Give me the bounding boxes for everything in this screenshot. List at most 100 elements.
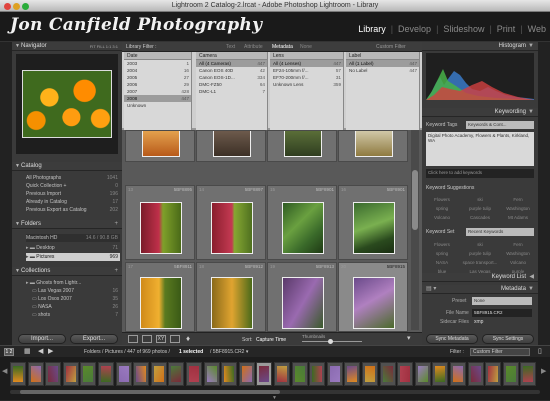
catalog-item[interactable]: All Photographs 1041 xyxy=(26,175,120,181)
keyword-list-header[interactable]: Keyword List ◀ xyxy=(422,273,538,282)
suggestion-keyword[interactable]: Mt Adams xyxy=(500,215,536,220)
column-item-selected[interactable]: All (4 Lenses) 447 xyxy=(270,60,343,67)
folder-item-selected[interactable]: ▸ ▬ Pictures 969 xyxy=(26,253,120,261)
column-header[interactable]: Camera xyxy=(196,52,267,60)
grid-cell[interactable]: 15 5BF8901 xyxy=(267,185,337,260)
sort-dropdown[interactable]: Capture Time xyxy=(256,337,286,343)
current-file-dropdown[interactable]: / 5BF8915.CR2 ▾ xyxy=(210,349,248,355)
filmstrip-path[interactable]: Folders / Pictures / 447 of 969 photos / xyxy=(84,349,170,355)
module-web[interactable]: Web xyxy=(528,24,546,34)
filmstrip-thumb[interactable] xyxy=(27,362,44,386)
navigator-preview[interactable] xyxy=(16,54,118,154)
set-keyword[interactable]: spring xyxy=(424,251,460,256)
column-item[interactable]: 2004 16 xyxy=(124,67,191,74)
filmstrip-thumb[interactable] xyxy=(520,362,537,386)
grid-scrollbar[interactable] xyxy=(411,130,419,330)
filmstrip-thumb[interactable] xyxy=(309,362,326,386)
filmstrip-scrollbar[interactable] xyxy=(10,390,540,394)
add-keywords-field[interactable]: Click here to add keywords xyxy=(426,169,534,178)
filmstrip-thumb[interactable] xyxy=(150,362,167,386)
folders-header[interactable]: ▼ Folders + xyxy=(12,220,122,229)
grid-cell[interactable]: 14 5BF8897 xyxy=(196,185,266,260)
set-keyword[interactable]: Washington xyxy=(500,251,536,256)
column-item[interactable]: 2003 1 xyxy=(124,60,191,67)
back-arrow-icon[interactable]: ◀ xyxy=(38,347,43,355)
toolbar-menu-icon[interactable]: ▾ xyxy=(407,334,411,342)
set-keyword[interactable]: NASA xyxy=(424,260,460,265)
file-name-field[interactable]: 5BF8915.CR2 xyxy=(472,309,532,317)
collapse-filmstrip-icon[interactable]: ▼ xyxy=(272,395,277,401)
filmstrip-thumb[interactable] xyxy=(344,362,361,386)
filmstrip-thumb-selected[interactable] xyxy=(256,362,273,386)
grid-toggle-icon[interactable]: ▦ xyxy=(24,347,31,355)
catalog-item[interactable]: Already in Catalog 17 xyxy=(26,199,120,205)
column-item[interactable]: Canon EOS-1D... 334 xyxy=(196,74,267,81)
filmstrip-thumb[interactable] xyxy=(10,362,26,386)
filmstrip-thumb[interactable] xyxy=(133,362,150,386)
painter-icon[interactable]: ♦ xyxy=(186,334,190,343)
filmstrip-scroll-left-icon[interactable]: ◀ xyxy=(2,367,7,375)
grid-cell[interactable] xyxy=(267,130,337,162)
suggestion-keyword[interactable]: purple tulip xyxy=(462,206,498,211)
filmstrip-thumb[interactable] xyxy=(502,362,519,386)
module-library[interactable]: Library xyxy=(358,24,386,34)
filmstrip-thumb[interactable] xyxy=(98,362,114,386)
column-item[interactable]: DMC-L1 7 xyxy=(196,88,267,95)
grid-view-icon[interactable] xyxy=(128,335,138,343)
set-keyword[interactable]: Flowers xyxy=(424,242,460,247)
metadata-view-dropdown[interactable]: ▤ ▾ xyxy=(426,285,436,294)
collection-item[interactable]: ▭ NASA 26 xyxy=(32,304,120,310)
add-folder-icon[interactable]: + xyxy=(114,220,118,229)
grid-cell[interactable] xyxy=(338,130,408,162)
collection-item[interactable]: ▭ Las Vegas 2007 16 xyxy=(32,288,120,294)
histogram-header[interactable]: Histogram ▼ xyxy=(422,42,538,51)
filmstrip-thumb[interactable] xyxy=(115,362,132,386)
column-item-selected[interactable]: 2008 447 xyxy=(124,95,191,102)
column-item[interactable]: EF70-200mm f/... 31 xyxy=(270,74,343,81)
import-button[interactable]: Import... xyxy=(18,334,66,344)
collection-item[interactable]: ▸ ▬ Ghosts from Lightr... xyxy=(26,280,120,286)
column-item-selected[interactable]: All (4 Cameras) 447 xyxy=(196,60,267,67)
collection-item[interactable]: ▭ Los Osos 2007 35 xyxy=(32,296,120,302)
filmstrip-thumb[interactable] xyxy=(362,362,378,386)
catalog-header[interactable]: ▼ Catalog xyxy=(12,162,122,171)
suggestion-keyword[interactable]: Cascades xyxy=(462,215,498,220)
suggestion-keyword[interactable]: Fern xyxy=(500,197,536,202)
keywording-header[interactable]: Keywording ▼ xyxy=(422,108,538,117)
suggestion-keyword[interactable]: Washington xyxy=(500,206,536,211)
filmstrip-thumb[interactable] xyxy=(186,362,202,386)
keyword-tags-dropdown[interactable]: Keywords & Cont... xyxy=(466,121,534,129)
collections-header[interactable]: ▼ Collections + xyxy=(12,267,122,276)
grid-cell[interactable]: 13 5BF8895 xyxy=(125,185,195,260)
filmstrip-thumb[interactable] xyxy=(450,362,466,386)
grid-cell[interactable] xyxy=(125,130,195,162)
filmstrip-thumb[interactable] xyxy=(485,362,502,386)
set-keyword[interactable]: Fern xyxy=(500,242,536,247)
volume-row[interactable]: Macintosh HD 14.6 / 90.8 GB xyxy=(26,234,120,242)
navigator-header[interactable]: ▼ Navigator FIT FILL 1:1 3:1 xyxy=(12,42,122,51)
grid-cell[interactable]: 18 5BF8912 xyxy=(196,262,266,332)
suggestion-keyword[interactable]: ski xyxy=(462,197,498,202)
metadata-header[interactable]: ▤ ▾ Metadata ▼ xyxy=(422,285,538,294)
filmstrip-thumb[interactable] xyxy=(274,362,290,386)
preset-dropdown[interactable]: None xyxy=(472,297,532,305)
filmstrip-thumb[interactable] xyxy=(168,362,185,386)
filmstrip-thumb[interactable] xyxy=(221,362,238,386)
suggestion-keyword[interactable]: Volcano xyxy=(424,215,460,220)
sync-metadata-button[interactable]: Sync Metadata xyxy=(426,334,478,344)
column-item[interactable]: 2007 428 xyxy=(124,88,191,95)
column-item[interactable]: EF24-105mm f/... 57 xyxy=(270,67,343,74)
module-slideshow[interactable]: Slideshow xyxy=(443,24,484,34)
filter-toggle-icon[interactable]: ▯ xyxy=(538,347,542,355)
filmstrip-thumb[interactable] xyxy=(238,362,255,386)
secondary-window-icon[interactable]: 1 2 xyxy=(4,348,14,356)
keywords-textarea[interactable]: Digital Photo Academy, Flowers & Plants,… xyxy=(426,132,534,166)
filmstrip-thumb[interactable] xyxy=(432,362,449,386)
filmstrip-scrollbar-thumb[interactable] xyxy=(20,390,280,394)
grid-cell[interactable] xyxy=(196,130,266,162)
suggestion-keyword[interactable]: Flowers xyxy=(424,197,460,202)
set-keyword[interactable]: space transport... xyxy=(462,260,498,265)
module-develop[interactable]: Develop xyxy=(398,24,431,34)
loupe-view-icon[interactable] xyxy=(142,335,152,343)
filmstrip-scroll-right-icon[interactable]: ▶ xyxy=(541,367,546,375)
